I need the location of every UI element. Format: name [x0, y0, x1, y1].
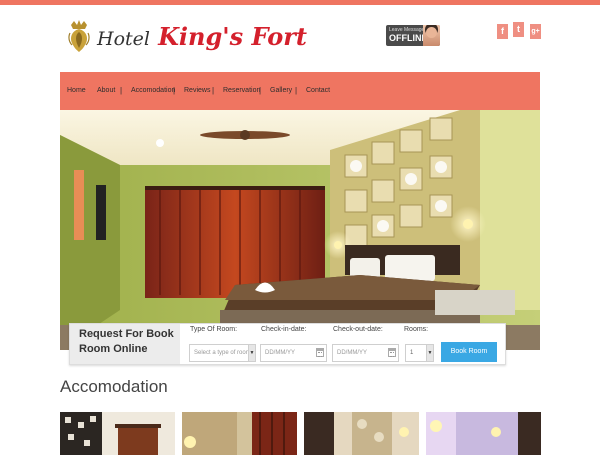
main-nav: Home About | Accomodation | Reviews | Re… [60, 72, 540, 110]
nav-separator: | [120, 86, 123, 95]
checkin-placeholder: DD/MM/YY [265, 350, 295, 356]
nav-item-home[interactable]: Home [67, 87, 86, 94]
booking-title-line2: Room Online [79, 343, 148, 355]
top-accent-stripe [0, 0, 600, 5]
booking-form: Request For Book Room Online Type Of Roo… [69, 323, 506, 365]
rooms-label: Rooms: [404, 326, 429, 333]
google-plus-icon[interactable]: g+ [530, 24, 541, 39]
nav-item-contact[interactable]: Contact [306, 87, 330, 94]
room-type-select[interactable]: Select a type of room ▼ [189, 344, 256, 362]
live-chat-badge[interactable]: Leave Message OFFLINE [386, 25, 440, 46]
calendar-icon[interactable] [316, 348, 324, 357]
nav-separator: | [173, 86, 176, 95]
room-type-label: Type Of Room: [190, 326, 238, 333]
accomodation-thumbnail[interactable] [60, 412, 175, 455]
checkout-date-field[interactable]: DD/MM/YY [332, 344, 399, 362]
site-logo[interactable]: Hotel King's Fort [67, 19, 307, 53]
section-title: Accomodation [60, 377, 168, 396]
crown-crest-icon [68, 20, 90, 52]
booking-title: Request For Book Room Online [70, 324, 180, 364]
chevron-down-icon: ▼ [426, 345, 433, 361]
book-room-button[interactable]: Book Room [441, 342, 497, 362]
room-type-value: Select a type of room [194, 350, 251, 356]
chat-badge-status: OFFLINE [389, 33, 428, 43]
rooms-value: 1 [410, 350, 414, 356]
checkout-label: Check-out-date: [333, 326, 383, 333]
facebook-icon[interactable]: f [497, 24, 508, 39]
logo-name-text: King's Fort [158, 21, 307, 51]
nav-item-reviews[interactable]: Reviews [184, 87, 210, 94]
nav-item-gallery[interactable]: Gallery [270, 87, 292, 94]
nav-item-accomodation[interactable]: Accomodation [131, 87, 175, 94]
checkin-date-field[interactable]: DD/MM/YY [260, 344, 327, 362]
nav-item-reservation[interactable]: Reservation [223, 87, 260, 94]
booking-title-line1: Request For Book [79, 328, 174, 340]
logo-hotel-text: Hotel [97, 27, 150, 50]
accomodation-thumbnail[interactable] [426, 412, 541, 455]
nav-item-about[interactable]: About [97, 87, 115, 94]
rooms-select[interactable]: 1 ▼ [405, 344, 434, 362]
hero-room-image [60, 110, 540, 350]
calendar-icon[interactable] [388, 348, 396, 357]
checkin-label: Check-in-date: [261, 326, 307, 333]
nav-separator: | [259, 86, 262, 95]
nav-separator: | [212, 86, 215, 95]
chevron-down-icon: ▼ [248, 345, 255, 361]
chat-agent-avatar [423, 25, 440, 46]
accomodation-thumbnail[interactable] [304, 412, 419, 455]
twitter-icon[interactable]: t [513, 22, 524, 37]
checkout-placeholder: DD/MM/YY [337, 350, 367, 356]
nav-separator: | [295, 86, 298, 95]
accomodation-thumbnail[interactable] [182, 412, 297, 455]
